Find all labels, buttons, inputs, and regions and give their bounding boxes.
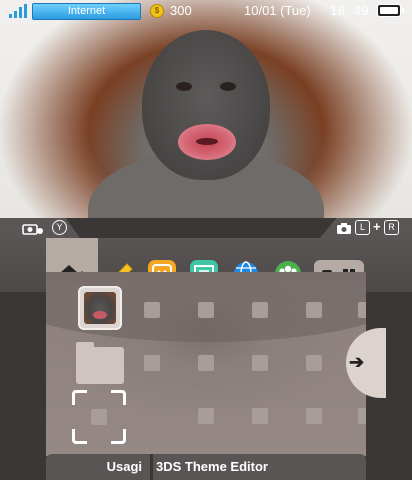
empty-slot[interactable] <box>358 408 366 424</box>
l-button-icon: L <box>355 220 370 235</box>
empty-slot[interactable] <box>306 408 322 424</box>
cursor-corner <box>72 429 87 444</box>
wallpaper-eye <box>220 82 236 91</box>
empty-slot[interactable] <box>252 355 268 371</box>
software-title: 3DS Theme Editor <box>156 459 268 474</box>
time-hours: 18 <box>330 3 346 18</box>
wallpaper-eye <box>176 82 192 91</box>
status-bar: Internet $ 300 10/01 (Tue) 18:49 <box>0 0 412 22</box>
r-button-icon: R <box>384 220 399 235</box>
camera-shortcut-tab[interactable]: Y <box>0 218 80 238</box>
selected-app-tile[interactable] <box>78 286 122 330</box>
empty-slot[interactable] <box>198 355 214 371</box>
folder-tile[interactable] <box>76 342 124 384</box>
wallpaper-mouth <box>178 124 236 160</box>
cursor-slot[interactable] <box>72 390 126 444</box>
coin-count: 300 <box>170 3 192 18</box>
empty-slot[interactable] <box>306 302 322 318</box>
play-coin-icon: $ <box>150 4 164 18</box>
battery-icon <box>377 4 404 17</box>
bottom-screen: Y L + R ➔ Usagi 3DS Theme Editor <box>0 218 412 480</box>
footer-divider <box>150 454 153 480</box>
empty-slot <box>91 409 107 425</box>
plus-separator: + <box>373 219 381 234</box>
folder-body <box>76 347 124 384</box>
home-menu-grid <box>46 272 366 456</box>
cursor-corner <box>111 429 126 444</box>
title-footer: Usagi 3DS Theme Editor <box>46 454 366 480</box>
cursor-corner <box>72 390 87 405</box>
time-colon: : <box>347 3 352 18</box>
camera-icon <box>337 223 351 234</box>
date-display: 10/01 (Tue) <box>244 3 311 18</box>
empty-slot[interactable] <box>358 302 366 318</box>
connection-label: Internet <box>32 3 141 20</box>
time-minutes: 49 <box>353 3 370 18</box>
top-screen: Internet $ 300 10/01 (Tue) 18:49 <box>0 0 412 218</box>
screenshot-shortcut-tab[interactable]: L + R <box>320 218 412 238</box>
y-button-icon: Y <box>52 220 67 235</box>
publisher-name: Usagi <box>106 459 142 474</box>
cursor-corner <box>111 390 126 405</box>
empty-slot[interactable] <box>306 355 322 371</box>
wallpaper-face <box>142 30 270 180</box>
app-thumbnail <box>84 292 116 324</box>
empty-slot[interactable] <box>198 302 214 318</box>
camera-icon <box>22 224 43 235</box>
empty-slot[interactable] <box>252 408 268 424</box>
time-display: 18:49 <box>330 3 369 18</box>
empty-slot[interactable] <box>252 302 268 318</box>
arrow-right-icon: ➔ <box>349 352 365 372</box>
empty-slot[interactable] <box>198 408 214 424</box>
empty-slot[interactable] <box>144 302 160 318</box>
signal-bars-icon <box>9 4 27 18</box>
empty-slot[interactable] <box>144 355 160 371</box>
